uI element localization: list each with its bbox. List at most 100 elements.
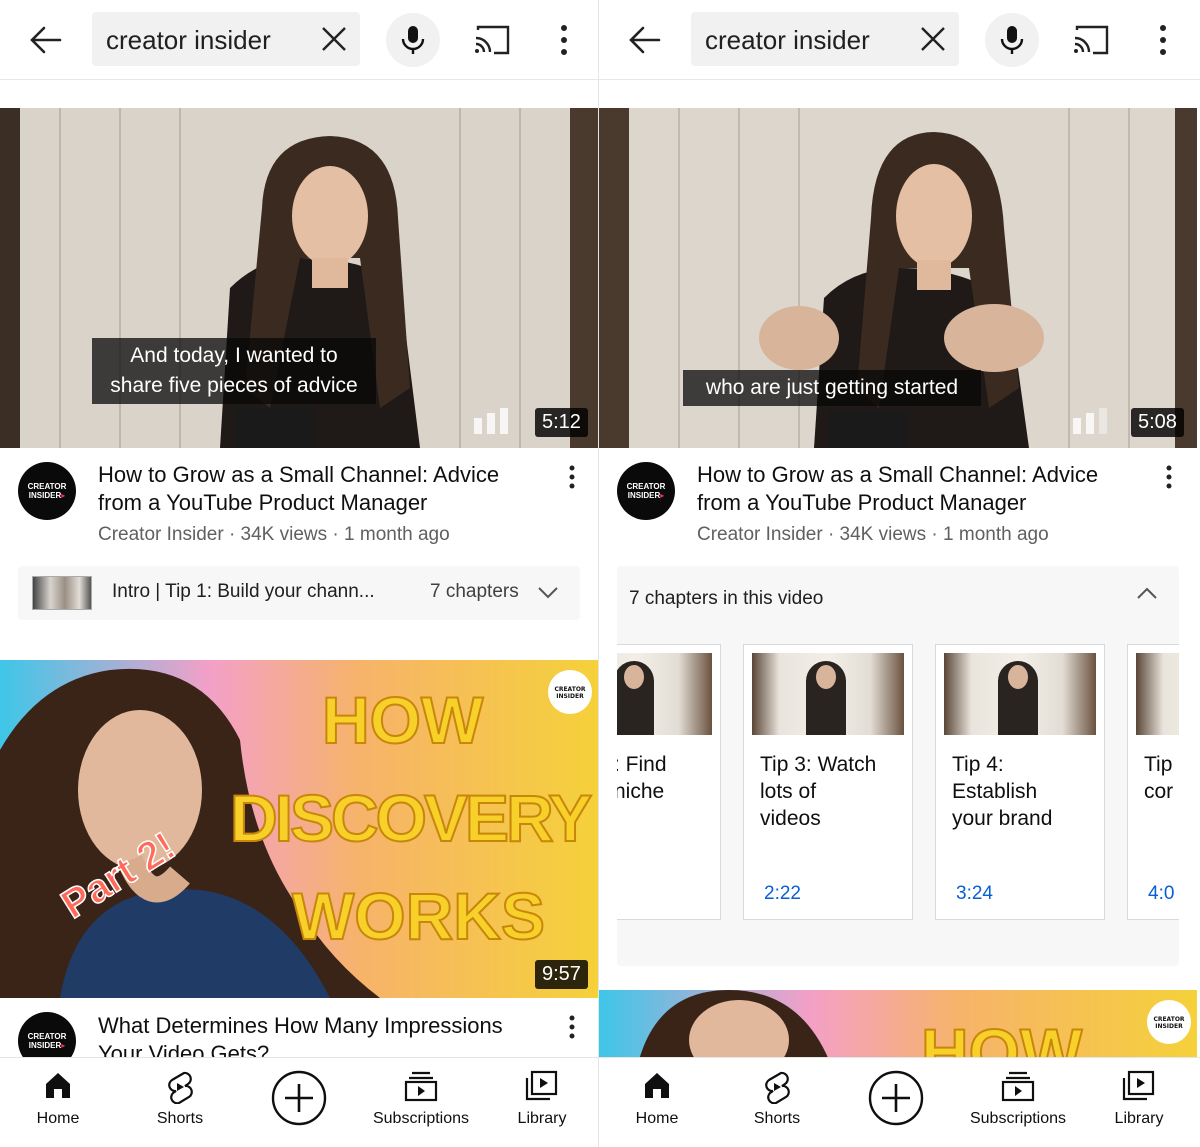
chapters-panel: 7 chapters in this video : Find niche Ti…	[617, 566, 1179, 966]
chapter-card[interactable]: : Find niche	[617, 644, 721, 920]
chapter-card[interactable]: Tip cor 4:0	[1127, 644, 1179, 920]
nav-home[interactable]: Home	[617, 1058, 697, 1147]
title-line: from a YouTube Product Manager	[697, 490, 1027, 515]
more-vertical-icon	[1160, 25, 1166, 55]
nav-shorts[interactable]: Shorts	[737, 1058, 817, 1147]
more-vertical-icon	[569, 1015, 575, 1039]
create-button[interactable]	[268, 1058, 330, 1147]
nav-shorts[interactable]: Shorts	[140, 1058, 220, 1147]
channel-avatar[interactable]: CREATOR INSIDER▸	[18, 462, 76, 520]
video-thumbnail[interactable]: who are just getting started 5:08	[599, 108, 1197, 448]
nav-label: Home	[635, 1110, 679, 1127]
add-circle-icon	[271, 1070, 327, 1126]
video-title[interactable]: How to Grow as a Small Channel: Advice f…	[697, 461, 1137, 517]
nav-subscriptions[interactable]: Subscriptions	[961, 1058, 1075, 1147]
chapter-title: Tip 3: Watch lots of videos	[760, 753, 877, 830]
video-thumbnail[interactable]: CREATOR INSIDER HOW DISCOVERY WORKS Part…	[0, 660, 598, 998]
caption-line: share five pieces of advice	[110, 374, 358, 397]
avatar-logo: CREATOR INSIDER▸	[27, 1032, 67, 1050]
video-duration: 5:08	[1131, 408, 1184, 437]
video-options-button[interactable]	[1159, 462, 1179, 492]
top-bar: creator insider	[0, 0, 598, 80]
right-screen: creator insider who are just getting sta…	[598, 0, 1200, 1147]
nav-label: Library	[517, 1110, 567, 1127]
caption-line: who are just getting started	[705, 376, 959, 399]
title-line: How to Grow as a Small Channel: Advice	[697, 462, 1099, 487]
voice-search-button[interactable]	[985, 13, 1039, 67]
svg-text:INSIDER: INSIDER	[556, 693, 584, 700]
voice-search-button[interactable]	[386, 13, 440, 67]
video-thumbnail[interactable]: CREATOR INSIDER HOW	[599, 990, 1197, 1060]
close-icon	[322, 27, 346, 51]
cast-icon	[1074, 25, 1109, 55]
chapter-timestamp: 3:24	[956, 883, 993, 904]
nav-library[interactable]: Library	[502, 1058, 582, 1147]
subtitle-caption: who are just getting started	[683, 370, 981, 406]
nav-label: Shorts	[753, 1110, 801, 1127]
chapter-card[interactable]: Tip 4: Establish your brand 3:24	[935, 644, 1105, 920]
search-query: creator insider	[705, 25, 870, 55]
chapter-title: : Find niche	[617, 753, 667, 803]
thumb-text-discovery: DISCOVERY	[229, 780, 593, 856]
clear-search-button[interactable]	[318, 23, 350, 55]
video-title[interactable]: How to Grow as a Small Channel: Advice f…	[98, 461, 538, 517]
video-options-button[interactable]	[562, 1012, 582, 1042]
search-input[interactable]: creator insider	[92, 12, 360, 66]
nav-label: Shorts	[156, 1110, 204, 1127]
video-options-button[interactable]	[562, 462, 582, 492]
chapter-thumbnail	[1136, 653, 1179, 735]
channel-avatar[interactable]: CREATOR INSIDER▸	[617, 462, 675, 520]
title-line: How to Grow as a Small Channel: Advice	[98, 462, 500, 487]
create-button[interactable]	[865, 1058, 927, 1147]
cast-button[interactable]	[1069, 22, 1113, 58]
search-input[interactable]: creator insider	[691, 12, 959, 66]
chevron-up-icon[interactable]	[1135, 584, 1159, 604]
signal-bars-icon	[1073, 408, 1107, 434]
title-line: What Determines How Many Impressions	[98, 1013, 503, 1038]
more-options-button[interactable]	[550, 20, 578, 60]
svg-text:CREATOR: CREATOR	[1153, 1016, 1184, 1023]
video-meta: Creator Insider · 34K views · 1 month ag…	[98, 524, 450, 545]
search-query: creator insider	[106, 25, 271, 55]
nav-library[interactable]: Library	[1099, 1058, 1179, 1147]
video-thumbnail[interactable]: And today, I wanted to share five pieces…	[0, 108, 598, 448]
arrow-left-icon	[30, 26, 62, 54]
chapters-heading: 7 chapters in this video	[629, 588, 824, 609]
nav-label: Library	[1114, 1110, 1164, 1127]
chevron-down-icon	[538, 587, 558, 599]
video-meta: Creator Insider · 34K views · 1 month ag…	[697, 524, 1049, 545]
chapters-bar[interactable]: Intro | Tip 1: Build your chann... 7 cha…	[18, 566, 580, 620]
discovery-thumbnail-image: CREATOR INSIDER	[599, 990, 1197, 1060]
nav-label: Subscriptions	[969, 1110, 1067, 1127]
svg-text:CREATOR: CREATOR	[554, 686, 585, 693]
cast-icon	[475, 25, 510, 55]
signal-bars-icon	[474, 408, 508, 434]
back-button[interactable]	[26, 20, 66, 60]
back-button[interactable]	[625, 20, 665, 60]
bottom-navigation: Home Shorts Subscriptions Library	[0, 1057, 598, 1147]
shorts-icon	[765, 1071, 790, 1104]
clear-search-button[interactable]	[917, 23, 949, 55]
current-chapter: Intro | Tip 1: Build your chann...	[112, 581, 375, 602]
thumb-text-works: WORKS	[291, 878, 546, 954]
subscriptions-icon	[404, 1071, 438, 1102]
title-line: from a YouTube Product Manager	[98, 490, 428, 515]
library-icon	[1122, 1070, 1155, 1101]
top-bar: creator insider	[599, 0, 1200, 80]
caption-line: And today, I wanted to	[130, 344, 338, 367]
nav-home[interactable]: Home	[18, 1058, 98, 1147]
video-duration: 9:57	[535, 960, 588, 989]
bottom-navigation: Home Shorts Subscriptions Library	[599, 1057, 1200, 1147]
chapter-title: Tip cor	[1144, 753, 1174, 803]
home-icon	[645, 1073, 669, 1098]
nav-subscriptions[interactable]: Subscriptions	[364, 1058, 478, 1147]
more-vertical-icon	[561, 25, 567, 55]
more-options-button[interactable]	[1149, 20, 1177, 60]
add-circle-icon	[868, 1070, 924, 1126]
microphone-icon	[401, 26, 425, 54]
chapter-title: Tip 4: Establish your brand	[952, 753, 1053, 830]
chapter-card[interactable]: Tip 3: Watch lots of videos 2:22	[743, 644, 913, 920]
video-duration: 5:12	[535, 408, 588, 437]
cast-button[interactable]	[470, 22, 514, 58]
chapter-count: 7 chapters	[430, 581, 519, 602]
